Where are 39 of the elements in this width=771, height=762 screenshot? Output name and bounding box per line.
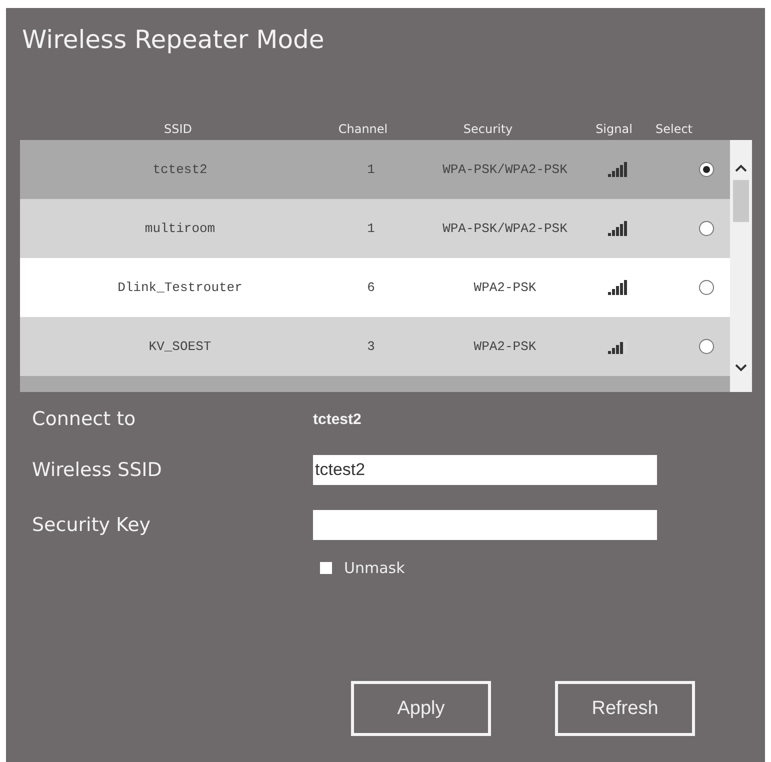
radio-button[interactable] bbox=[699, 162, 714, 177]
field-label: Wireless SSID bbox=[32, 459, 163, 481]
scrollbar[interactable] bbox=[730, 140, 752, 392]
down-chevron-icon[interactable] bbox=[735, 364, 747, 372]
column-header: Security bbox=[463, 122, 513, 136]
ssid-cell: multiroom bbox=[144, 221, 216, 236]
ssid-cell: tctest2 bbox=[152, 162, 208, 177]
security-cell: WPA2-PSK bbox=[474, 339, 536, 354]
checkbox-label: Unmask bbox=[344, 559, 405, 577]
scrollbar-thumb[interactable] bbox=[733, 180, 749, 222]
ssid-input-field[interactable]: tctest2 bbox=[313, 455, 657, 485]
column-header: Signal bbox=[596, 122, 632, 136]
security-key-input-field[interactable] bbox=[313, 510, 657, 540]
up-chevron-icon[interactable] bbox=[735, 164, 747, 172]
channel-cell: 1 bbox=[367, 162, 375, 177]
checkbox[interactable] bbox=[320, 562, 332, 574]
channel-cell: 3 bbox=[367, 339, 375, 354]
channel-cell: 1 bbox=[367, 221, 375, 236]
ssid-cell: KV_SOEST bbox=[148, 339, 212, 354]
network-row[interactable]: multiroom 1 WPA-PSK/WPA2-PSK bbox=[20, 199, 730, 258]
security-cell: WPA-PSK/WPA2-PSK bbox=[442, 162, 568, 177]
network-row[interactable]: Dlink_Testrouter 6 WPA2-PSK bbox=[20, 258, 730, 317]
field-label: Security Key bbox=[32, 514, 152, 536]
security-cell: WPA2-PSK bbox=[474, 280, 536, 295]
radio-button[interactable] bbox=[699, 280, 714, 295]
field-label: Connect to bbox=[32, 408, 137, 430]
action-button[interactable]: Apply bbox=[351, 681, 491, 736]
radio-button[interactable] bbox=[699, 221, 714, 236]
security-cell: WPA-PSK/WPA2-PSK bbox=[442, 221, 568, 236]
radio-button[interactable] bbox=[699, 339, 714, 354]
network-row[interactable]: KV_SOEST 3 WPA2-PSK bbox=[20, 317, 730, 376]
column-header: Channel bbox=[338, 122, 388, 136]
page-title: Wireless Repeater Mode bbox=[22, 24, 326, 56]
action-button[interactable]: Refresh bbox=[555, 681, 695, 736]
channel-cell: 6 bbox=[367, 280, 375, 295]
column-header: SSID bbox=[164, 122, 192, 136]
column-header: Select bbox=[655, 122, 693, 136]
ssid-cell: Dlink_Testrouter bbox=[118, 280, 242, 295]
connect-to-value: tctest2 bbox=[313, 410, 362, 428]
